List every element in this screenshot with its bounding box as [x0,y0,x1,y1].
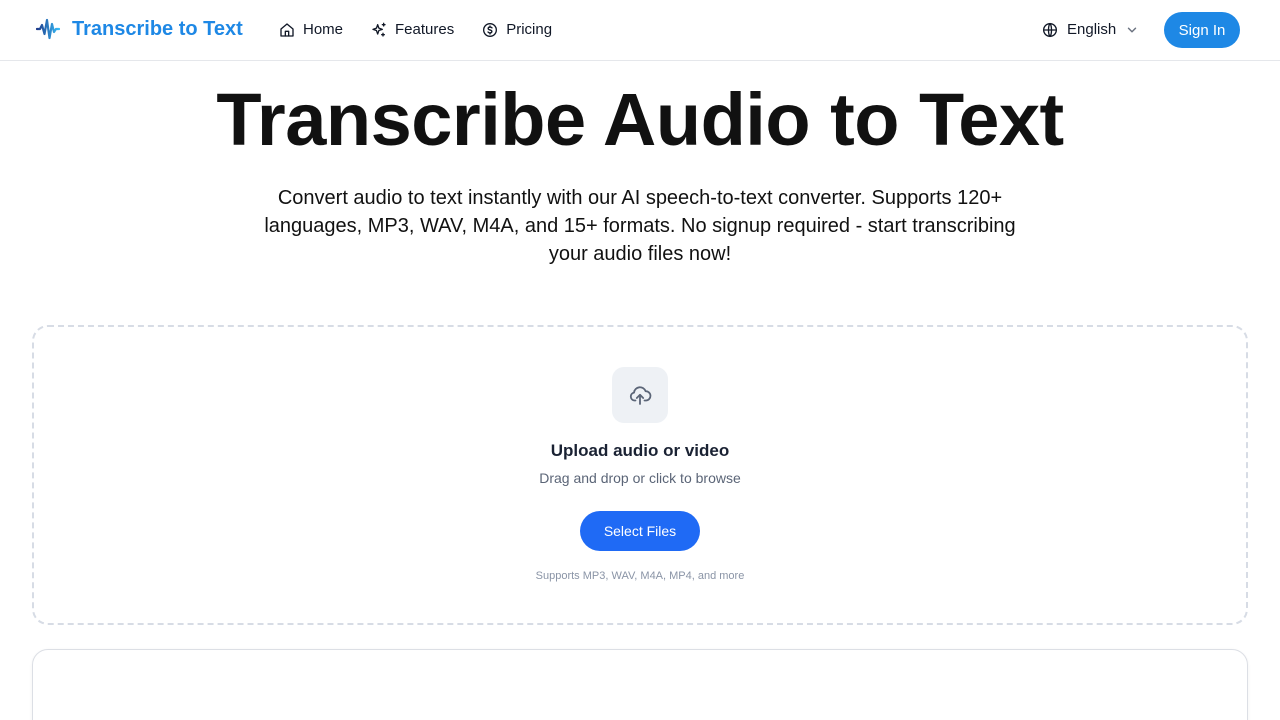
home-icon [280,23,294,37]
main-nav: Home Features Pricing [279,20,580,40]
select-files-button[interactable]: Select Files [580,511,700,551]
language-selector[interactable]: English [1042,20,1139,40]
globe-icon [1043,22,1057,38]
nav-home-label: Home [303,21,344,38]
cloud-upload-icon [629,386,652,405]
upload-hint: Drag and drop or click to browse [539,470,741,486]
results-panel [32,649,1248,720]
chevron-down-icon [1127,27,1137,33]
brand-name: Transcribe to Text [72,18,243,40]
nav-features[interactable]: Features [371,20,454,40]
dollar-circle-icon [483,23,498,37]
supported-formats-note: Supports MP3, WAV, M4A, MP4, and more [535,570,745,582]
nav-pricing-label: Pricing [506,21,553,38]
upload-icon-box [612,367,668,423]
nav-home[interactable]: Home [279,20,343,40]
nav-pricing[interactable]: Pricing [482,20,552,40]
hero-subtitle: Convert audio to text instantly with our… [264,187,1016,265]
sparkles-icon [372,22,386,37]
language-label: English [1067,21,1117,38]
top-navbar: Transcribe to Text Home Features Pricing… [0,0,1280,61]
upload-title: Upload audio or video [550,441,730,460]
sign-in-button[interactable]: Sign In [1164,12,1240,48]
brand-link[interactable]: Transcribe to Text [36,16,243,42]
hero-title: Transcribe Audio to Text [216,78,1064,161]
sound-wave-icon [36,18,60,40]
upload-dropzone[interactable]: Upload audio or video Drag and drop or c… [32,325,1248,625]
nav-features-label: Features [395,21,455,38]
